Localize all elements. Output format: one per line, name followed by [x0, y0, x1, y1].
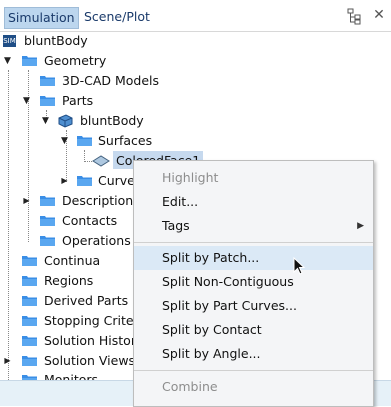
- tree-item-label: Continua: [44, 253, 101, 268]
- tree-item-label: Operations: [62, 233, 131, 248]
- tab-simulation[interactable]: Simulation: [4, 7, 79, 29]
- menu-item-combine[interactable]: Combine: [134, 375, 373, 399]
- menu-item-edit[interactable]: Edit...: [134, 190, 373, 214]
- folder-icon: [22, 336, 37, 346]
- folder-icon: [40, 76, 55, 86]
- tree-item-label: bluntBody: [80, 113, 144, 128]
- tree-item-label: Regions: [44, 273, 94, 288]
- folder-icon: [22, 56, 37, 66]
- tree-item-label: Geometry: [44, 53, 107, 68]
- menu-item-tags[interactable]: Tags ▶: [134, 214, 373, 238]
- simulation-icon: SIM: [3, 35, 16, 47]
- tree-view-icon[interactable]: [346, 7, 366, 25]
- part-icon: [58, 114, 73, 128]
- tree-item-label: Contacts: [62, 213, 118, 228]
- chevron-right-icon[interactable]: ▶: [60, 171, 69, 191]
- folder-icon: [40, 236, 55, 246]
- tree-item-label: Derived Parts: [44, 293, 129, 308]
- menu-item-highlight[interactable]: Highlight: [134, 166, 373, 190]
- menu-separator: [134, 370, 373, 371]
- menu-item-split-by-contact[interactable]: Split by Contact: [134, 318, 373, 342]
- tree-item-part-bluntbody[interactable]: ▼ bluntBody: [0, 111, 200, 131]
- tab-scene-plot[interactable]: Scene/Plot: [81, 7, 153, 27]
- tree-item-3d-cad-models[interactable]: 3D-CAD Models: [0, 71, 200, 91]
- folder-icon: [22, 356, 37, 366]
- menu-item-split-non-contiguous[interactable]: Split Non-Contiguous: [134, 270, 373, 294]
- folder-icon: [22, 276, 37, 286]
- folder-icon: [77, 176, 92, 186]
- folder-icon: [22, 256, 37, 266]
- context-menu: Highlight Edit... Tags ▶ Split by Patch..…: [133, 160, 374, 407]
- tree-item-parts[interactable]: ▼ Parts: [0, 91, 200, 111]
- folder-icon: [40, 96, 55, 106]
- panel-tab-bar: Simulation Scene/Plot ✕: [0, 0, 391, 32]
- tree-item-surfaces[interactable]: ▼ Surfaces: [0, 131, 200, 151]
- tree-item-label: Descriptions: [62, 193, 140, 208]
- chevron-down-icon[interactable]: ▼: [3, 51, 12, 71]
- folder-icon: [40, 216, 55, 226]
- chevron-right-icon[interactable]: ▶: [3, 351, 12, 371]
- tree-item-label: Surfaces: [98, 133, 153, 148]
- chevron-down-icon[interactable]: ▼: [41, 111, 50, 131]
- folder-icon: [77, 136, 92, 146]
- menu-separator: [134, 242, 373, 243]
- chevron-down-icon[interactable]: ▼: [60, 131, 69, 151]
- folder-icon: [40, 196, 55, 206]
- close-icon[interactable]: ✕: [372, 8, 386, 22]
- tree-item-label: 3D-CAD Models: [62, 73, 160, 88]
- folder-icon: [22, 316, 37, 326]
- submenu-arrow-icon: ▶: [357, 221, 364, 231]
- chevron-down-icon[interactable]: ▼: [22, 91, 31, 111]
- menu-item-split-by-angle[interactable]: Split by Angle...: [134, 342, 373, 366]
- menu-item-split-by-patch[interactable]: Split by Patch...: [134, 246, 373, 270]
- chevron-right-icon[interactable]: ▶: [22, 191, 31, 211]
- tree-item-label: bluntBody: [24, 33, 88, 48]
- tree-item-geometry[interactable]: ▼ Geometry: [0, 51, 200, 71]
- menu-item-split-by-part-curves[interactable]: Split by Part Curves...: [134, 294, 373, 318]
- tree-item-root[interactable]: SIM bluntBody: [0, 31, 200, 51]
- mouse-cursor-icon: [293, 257, 306, 275]
- surface-icon: [92, 155, 110, 167]
- tree-item-label: Parts: [62, 93, 94, 108]
- folder-icon: [22, 296, 37, 306]
- tree-item-label: Solution Views: [44, 353, 136, 368]
